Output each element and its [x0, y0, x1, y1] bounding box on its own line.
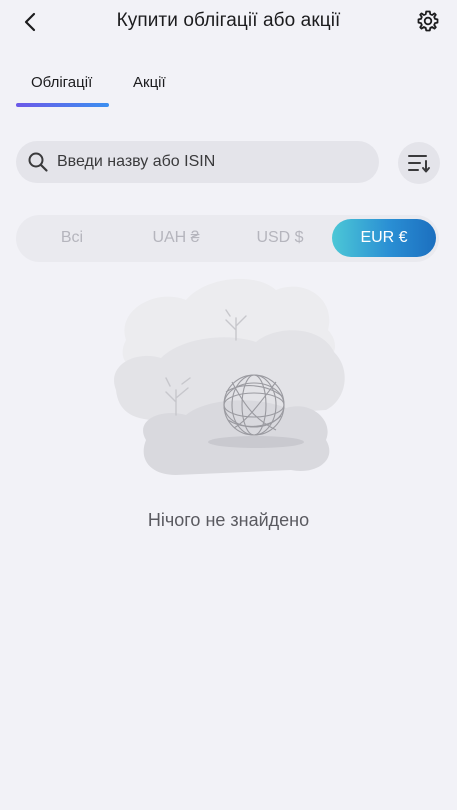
currency-option-all[interactable]: Всі — [20, 219, 124, 257]
tab-shares[interactable]: Акції — [133, 74, 166, 91]
search-input[interactable] — [57, 153, 357, 171]
currency-option-usd[interactable]: USD $ — [228, 219, 332, 257]
tab-bar: Облігації Акції — [16, 72, 316, 112]
tumbleweed-icon — [114, 278, 345, 475]
active-tab-indicator — [16, 103, 109, 107]
sort-icon — [408, 155, 430, 173]
search-icon — [27, 151, 49, 173]
gear-icon — [417, 10, 439, 32]
empty-state-illustration — [106, 270, 352, 490]
settings-button[interactable] — [415, 8, 441, 34]
search-bar[interactable] — [16, 141, 379, 183]
currency-filter: Всі UAH ₴ USD $ EUR € — [16, 215, 439, 262]
header: Купити облігації або акції — [0, 0, 457, 44]
sort-button[interactable] — [398, 142, 440, 184]
currency-option-uah[interactable]: UAH ₴ — [124, 219, 228, 257]
empty-state-message: Нічого не знайдено — [147, 510, 310, 530]
currency-option-eur[interactable]: EUR € — [332, 219, 436, 257]
tab-bonds[interactable]: Облігації — [31, 74, 92, 91]
page-title: Купити облігації або акції — [116, 10, 341, 31]
